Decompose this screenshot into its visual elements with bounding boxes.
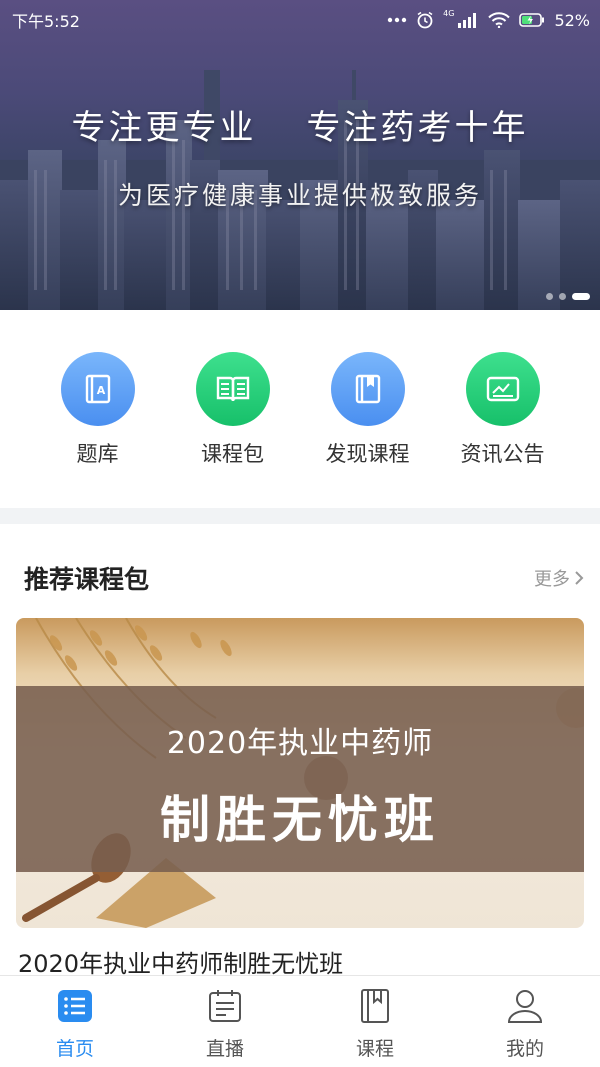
recommended-header: 推荐课程包 更多 xyxy=(24,560,584,596)
carousel-dot-active[interactable] xyxy=(572,293,590,300)
tab-live[interactable]: 直播 xyxy=(150,986,300,1061)
announcement-icon xyxy=(465,352,540,426)
live-clipboard-icon xyxy=(205,986,245,1026)
menu-discover-courses[interactable]: 发现课程 xyxy=(300,352,435,472)
app-screen: 专注更专业 专注药考十年 为医疗健康事业提供极致服务 下午5:52 4G 52% … xyxy=(0,0,600,1067)
battery-level: 52% xyxy=(554,10,590,30)
more-label: 更多 xyxy=(534,569,570,590)
course-name[interactable]: 2020年执业中药师制胜无忧班 xyxy=(18,944,343,979)
menu-label: 课程包 xyxy=(201,442,264,466)
question-bank-icon: A xyxy=(60,352,135,426)
tab-label: 我的 xyxy=(505,1038,544,1060)
tab-label: 首页 xyxy=(55,1038,94,1060)
section-title: 推荐课程包 xyxy=(24,565,150,594)
carousel-dot[interactable] xyxy=(559,293,566,300)
course-card[interactable]: 2020年执业中药师 制胜无忧班 xyxy=(16,618,584,928)
tab-home[interactable]: 首页 xyxy=(0,986,150,1061)
open-book-icon xyxy=(195,352,270,426)
section-divider xyxy=(0,508,600,524)
banner-title-right: 专注药考十年 xyxy=(306,108,529,148)
promo-banner[interactable]: 专注更专业 专注药考十年 为医疗健康事业提供极致服务 xyxy=(0,0,600,310)
more-link[interactable]: 更多 xyxy=(534,565,584,591)
menu-label: 资讯公告 xyxy=(460,442,545,466)
tab-label: 课程 xyxy=(355,1038,394,1060)
signal-icon xyxy=(458,13,477,28)
bottom-tab-bar: 首页 直播 课程 我的 xyxy=(0,975,600,1067)
profile-icon xyxy=(505,986,545,1026)
tab-label: 直播 xyxy=(205,1038,244,1060)
tab-profile[interactable]: 我的 xyxy=(450,986,600,1061)
banner-title: 专注更专业 专注药考十年 xyxy=(0,100,600,149)
quick-menu: A 题库 课程包 发现课程 资讯公告 xyxy=(30,352,570,472)
chevron-right-icon xyxy=(575,571,584,585)
menu-announcements[interactable]: 资讯公告 xyxy=(435,352,570,472)
menu-label: 发现课程 xyxy=(325,442,410,466)
banner-title-left: 专注更专业 xyxy=(71,108,257,148)
carousel-indicator xyxy=(546,293,590,300)
home-list-icon xyxy=(55,986,95,1026)
menu-course-package[interactable]: 课程包 xyxy=(165,352,300,472)
wifi-icon xyxy=(488,12,511,28)
carousel-dot[interactable] xyxy=(546,293,553,300)
bookmark-book-icon xyxy=(330,352,405,426)
course-banner-title: 制胜无忧班 xyxy=(160,791,440,849)
status-time: 下午5:52 xyxy=(12,12,80,31)
svg-text:A: A xyxy=(96,384,105,397)
network-type: 4G xyxy=(443,9,455,18)
course-banner-subtitle: 2020年执业中药师 xyxy=(166,726,434,761)
banner-subtitle: 为医疗健康事业提供极致服务 xyxy=(117,181,482,210)
status-bar: 下午5:52 4G 52% xyxy=(0,0,600,40)
tab-courses[interactable]: 课程 xyxy=(300,986,450,1061)
menu-label: 题库 xyxy=(76,442,119,466)
status-icons: 4G 52% xyxy=(387,9,590,30)
alarm-clock-icon xyxy=(417,11,433,29)
more-dots-icon xyxy=(387,17,407,23)
menu-question-bank[interactable]: A 题库 xyxy=(30,352,165,472)
battery-charging-icon xyxy=(519,13,545,27)
course-book-icon xyxy=(355,986,395,1026)
